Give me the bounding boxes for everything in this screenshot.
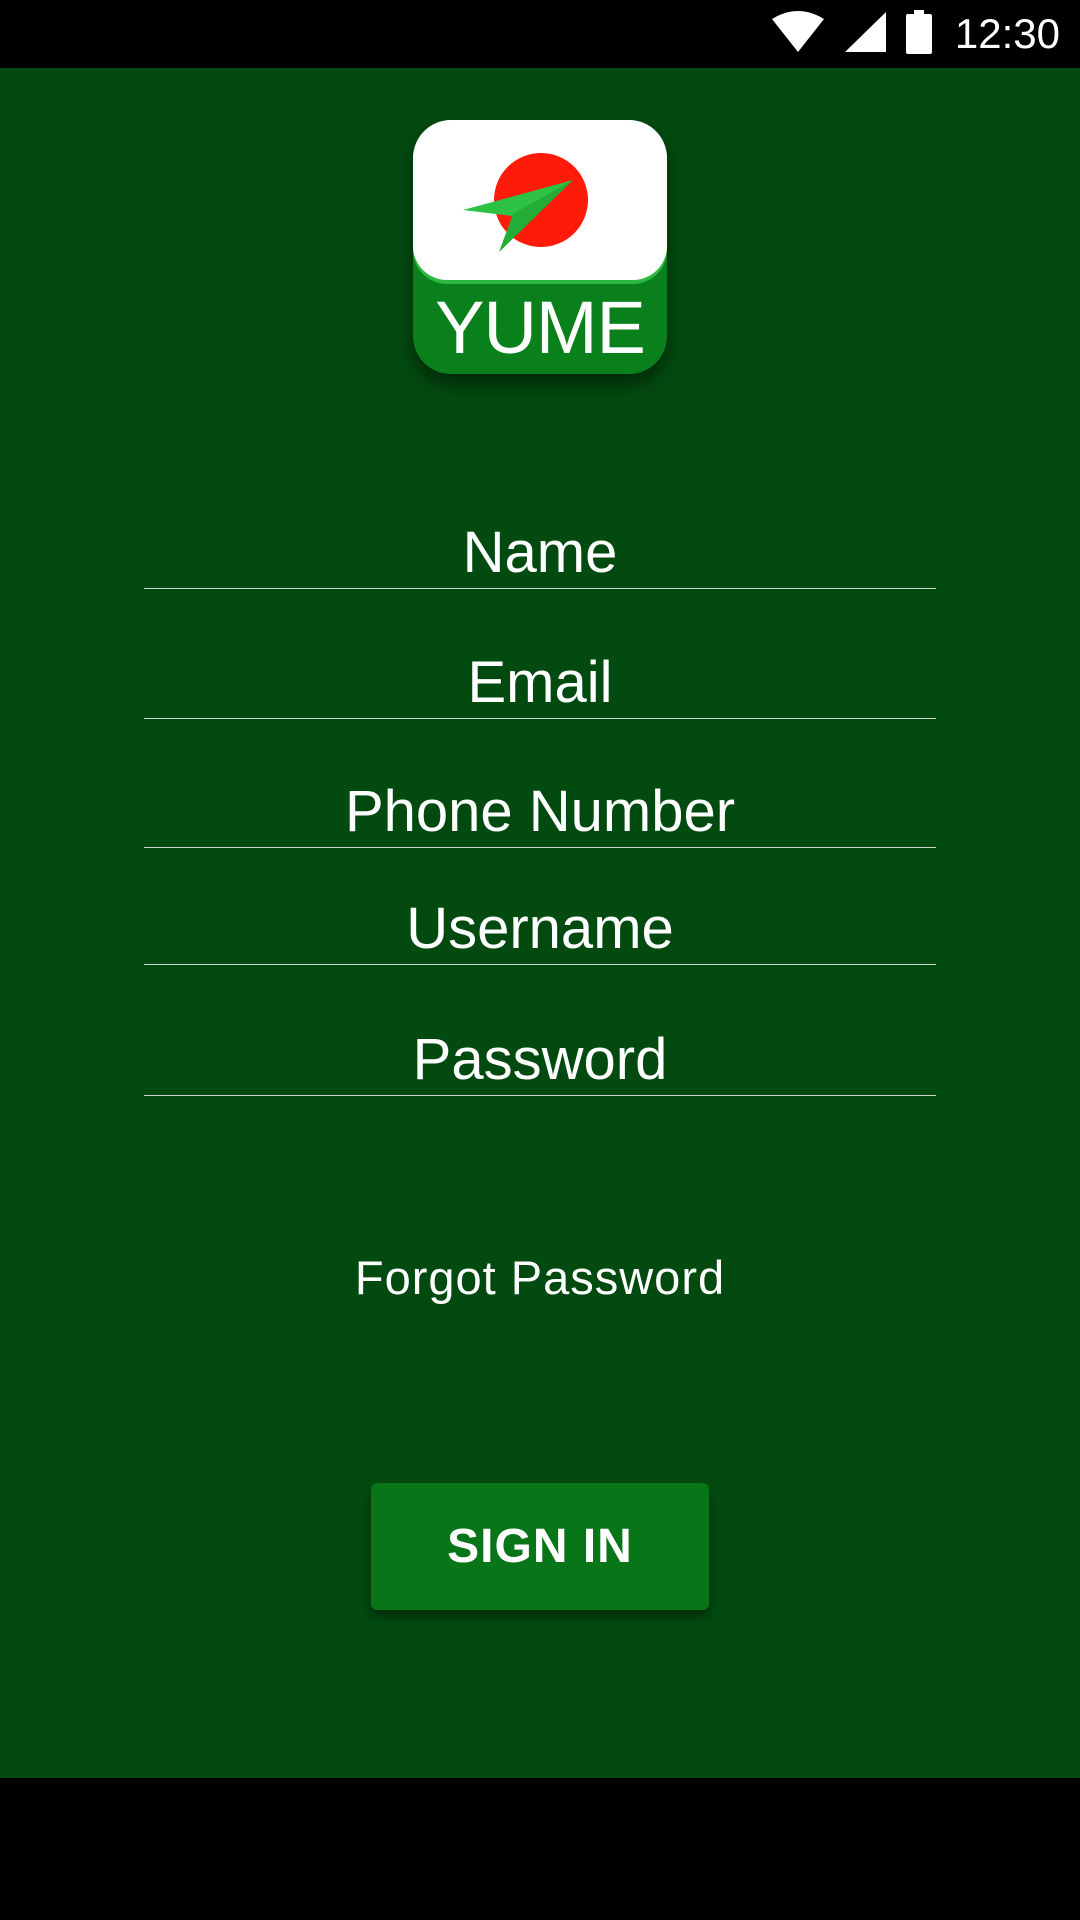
signup-screen: YUME Name Email Phone Number Username Pa… xyxy=(0,68,1080,1778)
forgot-password-link[interactable]: Forgot Password xyxy=(0,1250,1080,1305)
status-bar: 12:30 xyxy=(0,0,1080,68)
paper-plane-icon xyxy=(463,153,588,252)
name-field[interactable]: Name xyxy=(144,518,936,589)
signal-icon xyxy=(843,11,887,57)
status-icons: 12:30 xyxy=(753,0,1060,68)
app-logo: YUME xyxy=(413,120,667,374)
sign-in-button[interactable]: SIGN IN xyxy=(371,1483,709,1610)
navigation-bar xyxy=(0,1778,1080,1920)
username-field[interactable]: Username xyxy=(144,894,936,965)
logo-text: YUME xyxy=(435,286,646,369)
password-field[interactable]: Password xyxy=(144,1025,936,1096)
phone-number-field[interactable]: Phone Number xyxy=(144,777,936,848)
wifi-icon xyxy=(771,11,825,57)
status-clock: 12:30 xyxy=(954,10,1060,57)
battery-icon xyxy=(905,10,933,58)
email-field[interactable]: Email xyxy=(144,648,936,719)
